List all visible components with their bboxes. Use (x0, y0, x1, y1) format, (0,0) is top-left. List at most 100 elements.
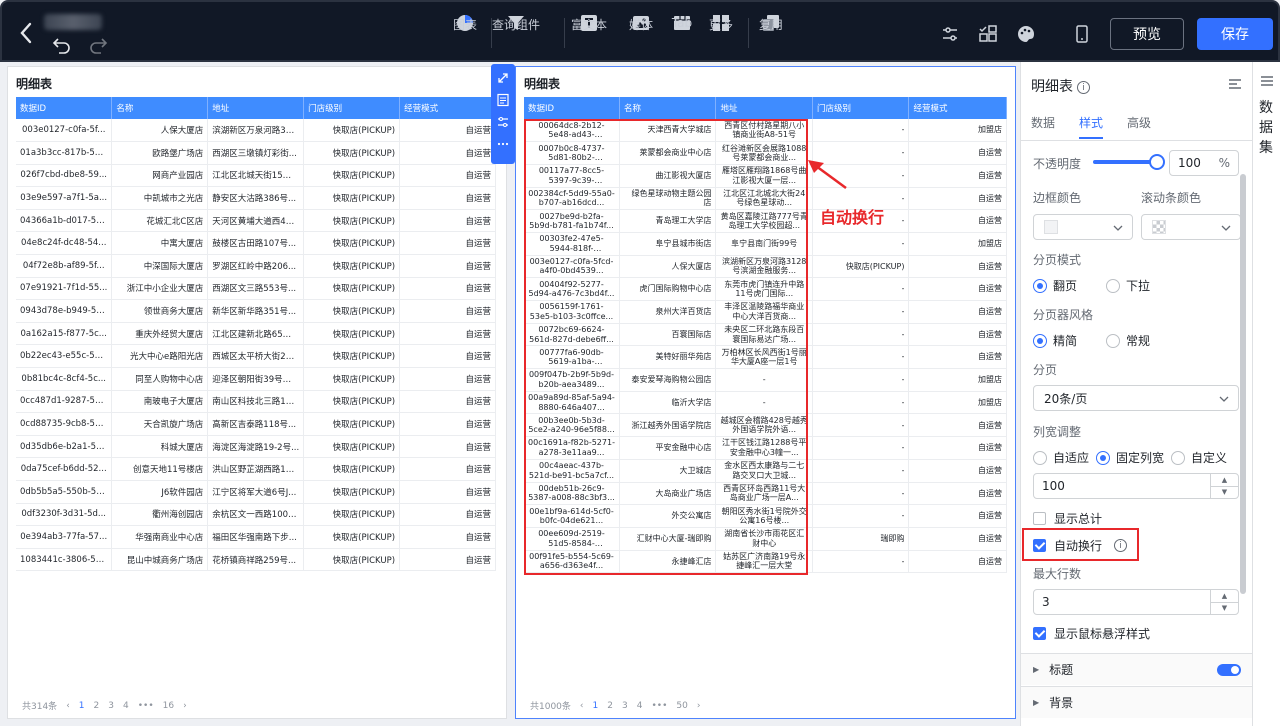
radio-width-fixed[interactable]: 固定列宽 (1096, 449, 1164, 466)
table-row[interactable]: 0db5b5a5-550b-51... J6软件园店 江宁区将军大道6号J... 快取… (16, 480, 496, 504)
table-row[interactable]: 0b22ec43-e55c-5a... 光大中心e路阳光店 西城区太平桥大街25..… (16, 344, 496, 369)
left-table-widget[interactable]: 明细表 数据ID 名称 地址 门店级别 经营模式 003e0127-c0fa-5… (7, 66, 507, 719)
table-row[interactable]: 0da75cef-b6dd-52... 创意天地11号楼店 洪山区野芷湖西路16..… (16, 457, 496, 481)
next-page-icon[interactable]: › (697, 701, 701, 711)
border-color-picker[interactable] (1033, 214, 1133, 240)
column-header[interactable]: 数据ID (16, 97, 113, 119)
table-row[interactable]: 07e91921-7f1d-55... 浙江中小企业大厦店 西湖区文三路553号..… (16, 277, 496, 301)
column-header[interactable]: 名称 (111, 97, 209, 119)
radio-pager-simple[interactable]: 精简 (1033, 332, 1077, 349)
tool-chart[interactable]: 图表 (453, 12, 477, 56)
table-row[interactable]: 0027be9d-b2fa-5b9d-b781-fa1b74f... 青岛理工大学… (524, 209, 1007, 233)
redo-icon[interactable] (88, 36, 108, 54)
info-icon[interactable]: i (1077, 81, 1090, 94)
data-detail-icon[interactable] (496, 92, 510, 107)
table-row[interactable]: 00c1691a-f82b-5271-a278-3e11aa9... 平安金融中心… (524, 436, 1007, 460)
column-header[interactable]: 经营模式 (908, 97, 1007, 119)
layout-check-icon[interactable] (978, 24, 998, 44)
filter-settings-icon[interactable] (496, 114, 510, 128)
show-total-checkbox[interactable]: 显示总计 (1033, 510, 1102, 527)
tool-media[interactable]: 媒体 (629, 12, 653, 56)
step-up-icon[interactable]: ▲ (1211, 590, 1238, 603)
radio-pager-normal[interactable]: 常规 (1106, 332, 1150, 349)
table-row[interactable]: 0cc487d1-9287-53... 南玻电子大厦店 南山区科技北三路1号... 快… (16, 390, 496, 414)
column-header[interactable]: 名称 (619, 97, 717, 119)
column-header[interactable]: 门店级别 (303, 97, 401, 119)
scroll-color-picker[interactable] (1141, 214, 1241, 240)
dashboard-title[interactable] (44, 14, 102, 30)
page-number[interactable]: ••• (138, 701, 154, 711)
config-scrollbar[interactable] (1240, 174, 1246, 594)
auto-wrap-checkbox[interactable]: 自动换行 i (1033, 537, 1128, 554)
tab-data[interactable]: 数据 (1031, 114, 1055, 139)
radio-page-flip[interactable]: 翻页 (1033, 277, 1077, 294)
page-number[interactable]: 1 (593, 701, 599, 711)
table-row[interactable]: 1083441c-3806-53... 昆山中城商务广场店 花桥镇商祥路259号..… (16, 548, 496, 572)
column-header[interactable]: 经营模式 (399, 97, 496, 119)
page-size-select[interactable]: 20条/页 (1033, 385, 1239, 411)
radio-page-pull[interactable]: 下拉 (1106, 277, 1150, 294)
table-row[interactable]: 00777fa6-90db-5619-a1ba-ed1085c...美特好丽华苑… (524, 345, 1007, 370)
page-number[interactable]: 2 (607, 701, 613, 711)
preview-button[interactable]: 预览 (1110, 18, 1184, 50)
slider-handle[interactable] (1149, 154, 1165, 170)
table-row[interactable]: 0007b0c8-4737-5d81-80b2-93bc88d...莱蒙都会商业… (524, 141, 1007, 165)
section-background[interactable]: ▶ 背景 (1021, 686, 1253, 718)
table-row[interactable]: 0df3230f-3d31-5d... 衢州海创园店 余杭区文一西路1001... 快… (16, 503, 496, 527)
table-row[interactable]: 0056159f-1761-53e5-b103-3c0ffce... 泉州大洋百货… (524, 300, 1007, 324)
mobile-icon[interactable] (1072, 24, 1092, 44)
table-row[interactable]: 00303fe2-47e5-5944-818f-418b281...阜宁县城市街… (524, 232, 1007, 256)
page-number[interactable]: 4 (637, 701, 643, 711)
undo-icon[interactable] (52, 36, 72, 54)
info-icon[interactable]: i (1114, 539, 1128, 552)
dataset-sidebar[interactable]: 数据集 (1252, 62, 1280, 726)
table-row[interactable]: 0e394ab3-77fa-57... 华强南商业中心店 福田区华强南路下步... 快… (16, 525, 496, 549)
tool-query[interactable]: 查询组件 (492, 12, 540, 56)
table-row[interactable]: 00f91fe5-b554-5c69-a656-d363e4f... 永捷峰汇店姑… (524, 550, 1007, 574)
page-number[interactable]: 3 (622, 701, 628, 711)
table-row[interactable]: 00ee609d-2519-51d5-8584-fb95dba...汇财中心大厦… (524, 527, 1007, 551)
table-row[interactable]: 00e1bf9a-614d-5cf0-b0fc-04de621... 外交公寓店朝… (524, 504, 1007, 528)
step-down-icon[interactable]: ▼ (1211, 487, 1238, 499)
expand-icon[interactable] (496, 70, 510, 84)
table-row[interactable]: 03e9e597-a7f1-5a... 中凯城市之光店 静安区大沽路386号... 快… (16, 186, 496, 210)
palette-icon[interactable] (1016, 24, 1036, 44)
prev-page-icon[interactable]: ‹ (66, 701, 70, 711)
collapse-menu-icon[interactable] (1227, 76, 1243, 92)
step-down-icon[interactable]: ▼ (1211, 603, 1238, 615)
tab-style[interactable]: 样式 (1079, 114, 1104, 139)
table-row[interactable]: 01a3b3cc-817b-51... 欧路堡广场店 西湖区三墩镇灯彩街... 快取店… (16, 141, 496, 165)
more-icon[interactable] (496, 136, 510, 150)
prev-page-icon[interactable]: ‹ (580, 701, 584, 711)
table-row[interactable]: 00c4aeac-437b-521d-be91-bc5a7cf... 大卫城店 金水… (524, 459, 1007, 483)
table-row[interactable]: 04f72e8b-af89-5f... 中深国际大厦店 罗湖区红岭中路206... 快… (16, 254, 496, 278)
step-up-icon[interactable]: ▲ (1211, 474, 1238, 487)
table-row[interactable]: 0cd88735-9cb8-5d... 天合凯旋广场店 高新区吉泰路118号... 快… (16, 412, 496, 436)
table-row[interactable]: 003e0127-c0fa-5fcd-a4f0-0bd4539... 人保大厦店滨… (524, 255, 1007, 279)
tool-reuse[interactable]: 复用 (759, 12, 783, 56)
table-row[interactable]: 00117a77-8cc5-5397-9c39-bbe724b...曲江影视大厦… (524, 164, 1007, 188)
column-header[interactable]: 地址 (715, 97, 813, 119)
table-row[interactable]: 002384cf-5dd9-55a0-b707-ab16dcd... 绿色星球动物… (524, 187, 1007, 211)
table-row[interactable]: 00b3ee0b-5b3d-5ce2-a240-96e5f88... 浙江越秀外国… (524, 413, 1007, 438)
table-row[interactable]: 00deb51b-26c9-5387-a008-88c3bf3... 大岛商业广场… (524, 482, 1007, 506)
save-button[interactable]: 保存 (1197, 18, 1273, 50)
back-icon[interactable] (16, 20, 38, 46)
tool-tab[interactable]: Tab (671, 12, 693, 56)
col-width-input[interactable]: 100 ▲ ▼ (1033, 473, 1239, 499)
table-row[interactable]: 0072bc69-6624-561d-827d-debe6ff... 百寰国际店未… (524, 323, 1007, 347)
table-row[interactable]: 04366a1b-d017-52... 花城汇北C区店 天河区黄埔大道西47... 快… (16, 209, 496, 233)
table-row[interactable]: 00a9a89d-85af-5a94-8880-646a407... 临沂大学店 -… (524, 391, 1007, 415)
table-row[interactable]: 0943d78e-b949-5b... 领世商务大厦店 新华区新华路351号... 快… (16, 299, 496, 323)
title-toggle[interactable] (1217, 664, 1241, 676)
selected-table-widget[interactable]: 明细表 数据ID 名称 地址 门店级别 经营模式 00064dc8-2b12-5… (515, 66, 1016, 719)
opacity-slider[interactable] (1093, 154, 1165, 170)
next-page-icon[interactable]: › (183, 701, 187, 711)
table-row[interactable]: 0d35db6e-b2a1-55... 科城大厦店 海淀区海淀路19-2号... 快取… (16, 435, 496, 459)
tab-advanced[interactable]: 高级 (1127, 114, 1151, 139)
column-header[interactable]: 门店级别 (812, 97, 910, 119)
column-header[interactable]: 地址 (207, 97, 305, 119)
column-header[interactable]: 数据ID (524, 97, 620, 119)
page-number[interactable]: 2 (94, 701, 100, 711)
table-row[interactable]: 04e8c24f-dc48-54... 中寓大厦店 鼓楼区古田路107号... 快取店… (16, 231, 496, 256)
